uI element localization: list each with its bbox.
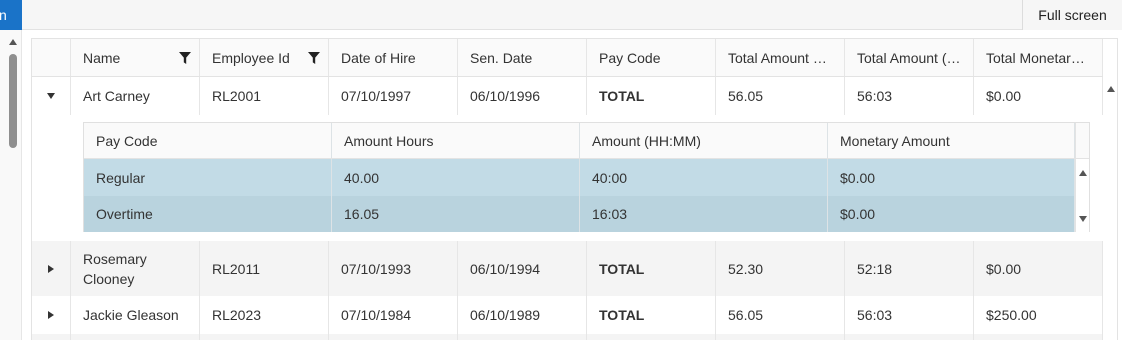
cell-sen-date: 06/10/1989 <box>458 296 587 334</box>
detail-cell-amount-hours: 16.05 <box>332 196 580 232</box>
cell-total-monetary: $0.00 <box>974 77 1103 115</box>
cell-pay-code <box>587 334 716 340</box>
cell-total-monetary: $250.00 <box>974 296 1103 334</box>
cell-total-monetary: $0.00 <box>974 241 1103 296</box>
cell-sen-date: 06/10/1996 <box>458 77 587 115</box>
detail-cell-amount-hhmm: 40:00 <box>580 159 828 196</box>
cell-date-of-hire: 07/10/1997 <box>329 77 458 115</box>
column-header-total-amount-hours[interactable]: Total Amount … <box>716 39 845 76</box>
cell-employee-id <box>200 334 329 340</box>
detail-cell-monetary-amount: $0.00 <box>828 196 1075 232</box>
filter-icon[interactable] <box>179 51 191 64</box>
column-header-label: Total Monetar… <box>986 49 1085 66</box>
filter-icon[interactable] <box>308 51 320 64</box>
column-header-pay-code[interactable]: Pay Code <box>587 39 716 76</box>
detail-cell-pay-code: Regular <box>84 159 332 196</box>
cell-pay-code: TOTAL <box>587 296 716 334</box>
cell-total-monetary <box>974 334 1103 340</box>
detail-column-header-amount-hhmm[interactable]: Amount (HH:MM) <box>580 123 828 158</box>
cell-sen-date <box>458 334 587 340</box>
table-row[interactable]: Art Carney RL2001 07/10/1997 06/10/1996 … <box>32 77 1103 115</box>
grid-scrollbar[interactable] <box>1103 77 1117 340</box>
column-header-total-monetary[interactable]: Total Monetar… <box>974 39 1103 76</box>
row-toggle[interactable] <box>32 334 71 340</box>
cell-employee-id: RL2001 <box>200 77 329 115</box>
scroll-up-icon[interactable] <box>1079 170 1087 176</box>
cell-total-amount-hhmm <box>845 334 974 340</box>
detail-cell-amount-hours: 40.00 <box>332 159 580 196</box>
chevron-right-icon[interactable] <box>48 311 54 319</box>
scroll-up-icon[interactable] <box>1107 86 1115 92</box>
table-row[interactable]: Jackie Gleason RL2023 07/10/1984 06/10/1… <box>32 296 1103 334</box>
detail-column-header-amount-hours[interactable]: Amount Hours <box>332 123 580 158</box>
scroll-up-icon[interactable] <box>9 39 17 45</box>
cell-total-amount-hhmm: 56:03 <box>845 77 974 115</box>
column-header-label: Total Amount … <box>728 49 827 66</box>
detail-cell-monetary-amount: $0.00 <box>828 159 1075 196</box>
page-scrollbar[interactable] <box>0 30 22 340</box>
cell-pay-code: TOTAL <box>587 77 716 115</box>
row-toggle[interactable] <box>32 241 71 296</box>
cell-employee-id: RL2011 <box>200 241 329 296</box>
menu-tab-button[interactable]: n <box>0 0 22 30</box>
cell-name: Rosemary Clooney <box>71 241 200 296</box>
scroll-down-icon[interactable] <box>1079 216 1087 222</box>
cell-pay-code: TOTAL <box>587 241 716 296</box>
cell-total-amount-hours: 52.30 <box>716 241 845 296</box>
cell-total-amount-hhmm: 52:18 <box>845 241 974 296</box>
cell-name <box>71 334 200 340</box>
cell-name: Jackie Gleason <box>71 296 200 334</box>
detail-row-item[interactable]: Regular 40.00 40:00 $0.00 <box>84 159 1075 196</box>
cell-total-amount-hours: 56.05 <box>716 296 845 334</box>
cell-total-amount-hours <box>716 334 845 340</box>
detail-cell-amount-hhmm: 16:03 <box>580 196 828 232</box>
fullscreen-button[interactable]: Full screen <box>1022 0 1122 30</box>
table-row[interactable]: Rosemary Clooney RL2011 07/10/1993 06/10… <box>32 241 1103 296</box>
cell-date-of-hire <box>329 334 458 340</box>
top-toolbar: n Full screen <box>0 0 1122 30</box>
column-header-employee-id[interactable]: Employee Id <box>200 39 329 76</box>
employee-grid: Name Employee Id Date of Hire Sen. Date … <box>31 38 1118 340</box>
detail-grid: Pay Code Amount Hours Amount (HH:MM) Mon… <box>83 122 1090 232</box>
column-header-sen-date[interactable]: Sen. Date <box>458 39 587 76</box>
table-row[interactable] <box>32 334 1103 340</box>
chevron-right-icon[interactable] <box>48 264 54 273</box>
column-header-label: Name <box>83 49 121 66</box>
row-toggle[interactable] <box>32 77 71 115</box>
detail-cell-pay-code: Overtime <box>84 196 332 232</box>
detail-column-header-monetary-amount[interactable]: Monetary Amount <box>828 123 1075 158</box>
column-header-label: Date of Hire <box>341 49 416 66</box>
detail-row-item[interactable]: Overtime 16.05 16:03 $0.00 <box>84 196 1075 232</box>
expand-column-header <box>32 39 71 76</box>
column-header-date-of-hire[interactable]: Date of Hire <box>329 39 458 76</box>
column-header-label: Employee Id <box>212 49 290 66</box>
grid-header-row: Name Employee Id Date of Hire Sen. Date … <box>32 39 1103 77</box>
cell-employee-id: RL2023 <box>200 296 329 334</box>
detail-column-header-pay-code[interactable]: Pay Code <box>84 123 332 158</box>
cell-total-amount-hhmm: 56:03 <box>845 296 974 334</box>
scrollbar-thumb[interactable] <box>9 54 17 148</box>
detail-header-row: Pay Code Amount Hours Amount (HH:MM) Mon… <box>84 123 1075 159</box>
cell-name: Art Carney <box>71 77 200 115</box>
row-toggle[interactable] <box>32 296 71 334</box>
detail-header-corner <box>1075 123 1089 159</box>
column-header-label: Pay Code <box>599 49 661 66</box>
cell-sen-date: 06/10/1994 <box>458 241 587 296</box>
cell-date-of-hire: 07/10/1993 <box>329 241 458 296</box>
cell-date-of-hire: 07/10/1984 <box>329 296 458 334</box>
cell-total-amount-hours: 56.05 <box>716 77 845 115</box>
column-header-total-amount-hhmm[interactable]: Total Amount (… <box>845 39 974 76</box>
column-header-name[interactable]: Name <box>71 39 200 76</box>
detail-scrollbar[interactable] <box>1075 159 1089 232</box>
column-header-label: Sen. Date <box>470 49 533 66</box>
chevron-down-icon[interactable] <box>47 93 55 99</box>
column-header-label: Total Amount (… <box>857 49 961 66</box>
